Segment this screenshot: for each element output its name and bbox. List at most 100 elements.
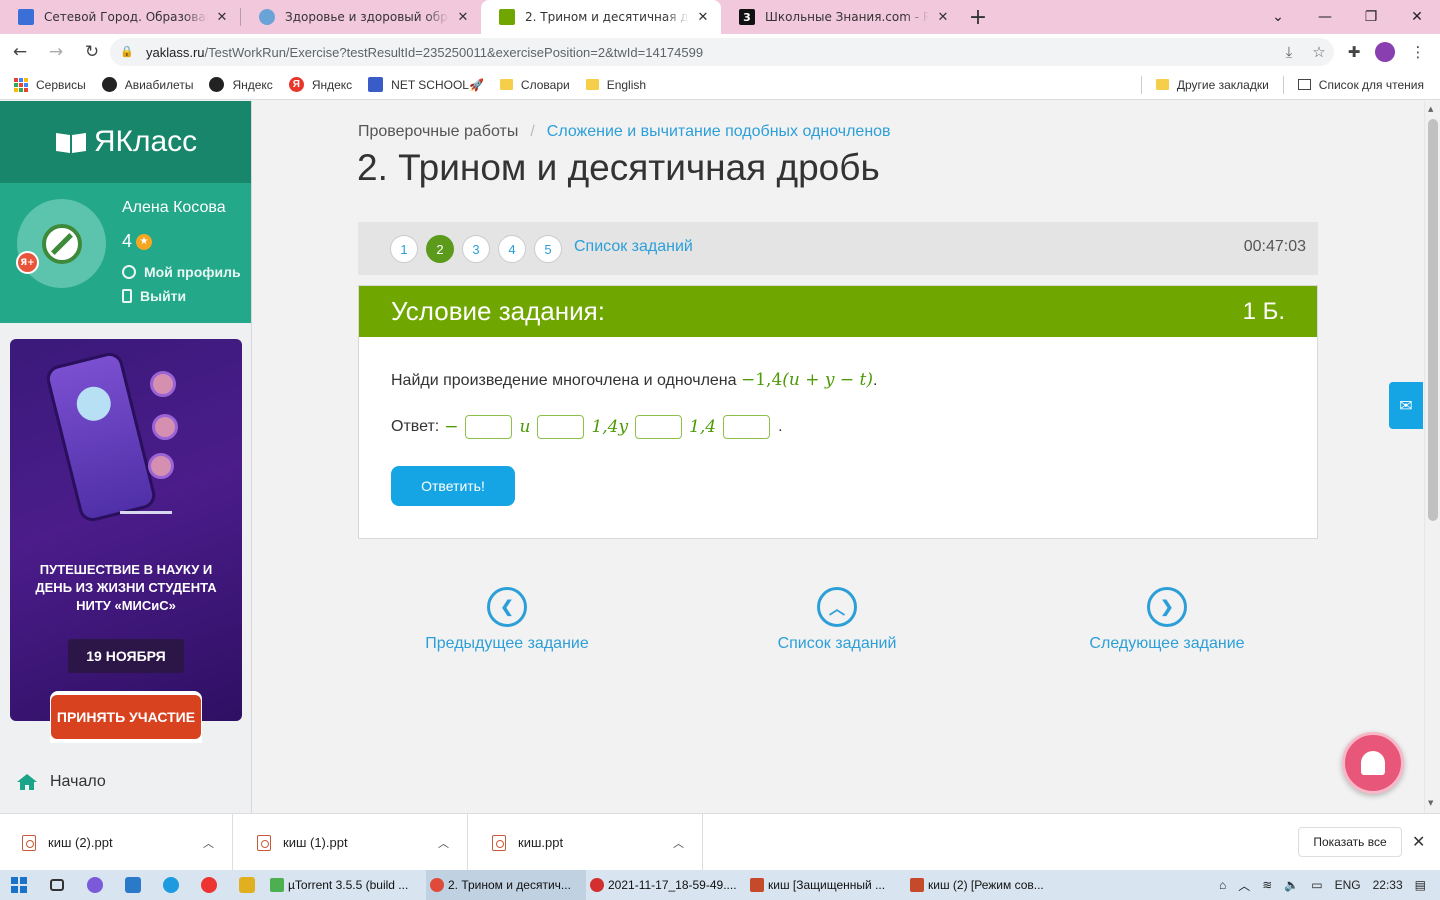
wifi-icon[interactable]: ≋ [1262,878,1272,892]
coin-icon: ★ [136,234,153,251]
chevron-up-icon[interactable]: ︿ [438,835,449,851]
scroll-down-icon[interactable]: ▼ [1428,799,1433,807]
my-profile-link[interactable]: Мой профиль [122,264,241,280]
chevron-up-icon[interactable]: ︿ [673,835,684,851]
question-text: Найди произведение многочлена и одночлен… [391,370,878,390]
banner-participate-button[interactable]: ПРИНЯТЬ УЧАСТИЕ [50,691,202,743]
question-number-1[interactable]: 1 [390,235,418,263]
download-item[interactable]: киш (2).ppt ︿ [0,814,233,871]
edge-icon[interactable] [152,870,190,900]
bookmark-services[interactable]: Сервисы [0,72,94,98]
url-bar[interactable]: 🔒 yaklass.ru/TestWorkRun/Exercise?testRe… [110,38,1334,66]
app-icon[interactable] [76,870,114,900]
question-number-2[interactable]: 2 [426,235,454,263]
previous-task-link[interactable]: ❮ Предыдущее задание [397,587,617,653]
yaklass-logo[interactable]: ЯКласс [0,101,251,183]
forward-button[interactable]: → [40,36,72,68]
answer-input-3[interactable] [635,415,683,439]
volume-icon[interactable]: 🔈 [1284,878,1299,892]
battery-icon[interactable]: ▭ [1311,878,1322,892]
close-window-button[interactable]: ✕ [1394,0,1440,34]
back-button[interactable]: ← [4,36,36,68]
ya-plus-badge[interactable]: Я+ [16,251,39,274]
extensions-icon[interactable]: ✚ [1339,38,1369,66]
task-list-link[interactable]: Список заданий [574,238,693,256]
question-number-3[interactable]: 3 [462,235,490,263]
lock-icon: 🔒 [120,45,134,58]
minimize-button[interactable]: — [1302,0,1348,34]
breadcrumb: Проверочные работы / Сложение и вычитание … [358,123,891,140]
question-number-5[interactable]: 5 [534,235,562,263]
language-indicator[interactable]: ENG [1335,878,1361,892]
network-icon[interactable]: ⌂ [1219,878,1226,892]
taskbar-app-browser[interactable]: 2. Трином и десятич... [426,870,586,900]
taskbar-app-powerpoint-2[interactable]: киш (2) [Режим сов... [906,870,1066,900]
submit-answer-button[interactable]: Ответить! [391,466,515,506]
bookmark-reading-list[interactable]: Список для чтения [1290,72,1432,98]
answer-input-2[interactable] [537,415,585,439]
bookmark-other[interactable]: Другие закладки [1148,72,1277,98]
notifications-icon[interactable]: ▤ [1415,878,1426,892]
bookmark-english[interactable]: English [578,72,654,98]
bookmark-slovari[interactable]: Словари [492,72,578,98]
tab-znaniya[interactable]: 3 Школьные Знания.com - Решае ✕ [721,0,961,34]
windows-start-icon[interactable] [0,870,38,900]
tab-search-icon[interactable]: ⌄ [1255,0,1301,34]
taskbar-app-yandex[interactable]: 2021-11-17_18-59-49.... [586,870,746,900]
scroll-thumb[interactable] [1428,119,1438,521]
scroll-up-icon[interactable]: ▲ [1428,105,1433,113]
answer-input-1[interactable] [465,415,513,439]
powerpoint-icon [750,878,764,892]
bookmark-aviabilety[interactable]: Авиабилеты [94,72,202,98]
downloader-icon[interactable] [228,870,266,900]
folder-icon [585,79,599,90]
avatar[interactable] [17,199,106,288]
new-tab-button[interactable]: + [961,0,995,34]
install-icon[interactable]: ⤓ [1274,38,1304,66]
breadcrumb-root[interactable]: Проверочные работы [358,123,518,140]
close-tab-icon[interactable]: ✕ [455,9,471,25]
app-icon[interactable] [114,870,152,900]
close-tab-icon[interactable]: ✕ [935,9,951,25]
sidebar-item-home[interactable]: Начало [16,773,106,791]
logout-link[interactable]: Выйти [122,288,186,304]
question-number-4[interactable]: 4 [498,235,526,263]
tab-setevoy-gorod[interactable]: Сетевой Город. Образование. Д ✕ [0,0,240,34]
windows-taskbar: µTorrent 3.5.5 (build ... 2. Трином и де… [0,870,1440,900]
taskbar-app-powerpoint-1[interactable]: киш [Защищенный ... [746,870,906,900]
chevron-up-icon[interactable]: ︿ [1238,877,1250,894]
tab-trinom-active[interactable]: 2. Трином и десятичная дробь ✕ [481,0,721,34]
maximize-button[interactable]: ❐ [1348,0,1394,34]
task-header: Условие задания: 1 Б. [359,286,1317,337]
breadcrumb-current[interactable]: Сложение и вычитание подобных одночленов [547,123,891,140]
download-item[interactable]: киш.ppt ︿ [470,814,703,871]
bookmark-yandex-2[interactable]: Я Яндекс [281,72,360,98]
task-list-nav-link[interactable]: ︿ Список заданий [727,587,947,653]
profile-avatar-icon[interactable] [1370,38,1400,66]
show-all-downloads-button[interactable]: Показать все [1298,827,1402,857]
bookmark-star-icon[interactable]: ☆ [1304,38,1334,66]
profile-icon [122,265,136,279]
yandex-browser-icon[interactable] [190,870,228,900]
download-item[interactable]: киш (1).ppt ︿ [235,814,468,871]
question-nav-bar: 1 2 3 4 5 Список заданий 00:47:03 [358,222,1318,275]
ad-banner[interactable]: ПУТЕШЕСТВИЕ В НАУКУ И ДЕНЬ ИЗ ЖИЗНИ СТУД… [10,339,242,721]
tab-zdorovye[interactable]: Здоровье и здоровый образ жи ✕ [241,0,481,34]
close-tab-icon[interactable]: ✕ [695,9,711,25]
bookmark-net-school[interactable]: NET SCHOOL🚀 [360,72,492,98]
close-downloads-icon[interactable]: ✕ [1412,832,1425,851]
answer-input-4[interactable] [723,415,771,439]
chevron-up-icon[interactable]: ︿ [203,835,214,851]
page-scrollbar[interactable]: ▲ ▼ [1424,101,1440,813]
notification-bell-button[interactable] [1342,732,1404,794]
next-task-link[interactable]: ❯ Следующее задание [1057,587,1277,653]
task-view-icon[interactable] [38,870,76,900]
taskbar-app-utorrent[interactable]: µTorrent 3.5.5 (build ... [266,870,426,900]
logout-icon [122,289,132,303]
bookmark-yandex-1[interactable]: Яндекс [201,72,280,98]
close-tab-icon[interactable]: ✕ [214,9,230,25]
menu-icon[interactable]: ⋮ [1403,38,1433,66]
feedback-mail-button[interactable]: ✉ [1389,382,1423,429]
clock[interactable]: 22:33 [1373,878,1403,892]
reload-button[interactable]: ↻ [76,36,108,68]
